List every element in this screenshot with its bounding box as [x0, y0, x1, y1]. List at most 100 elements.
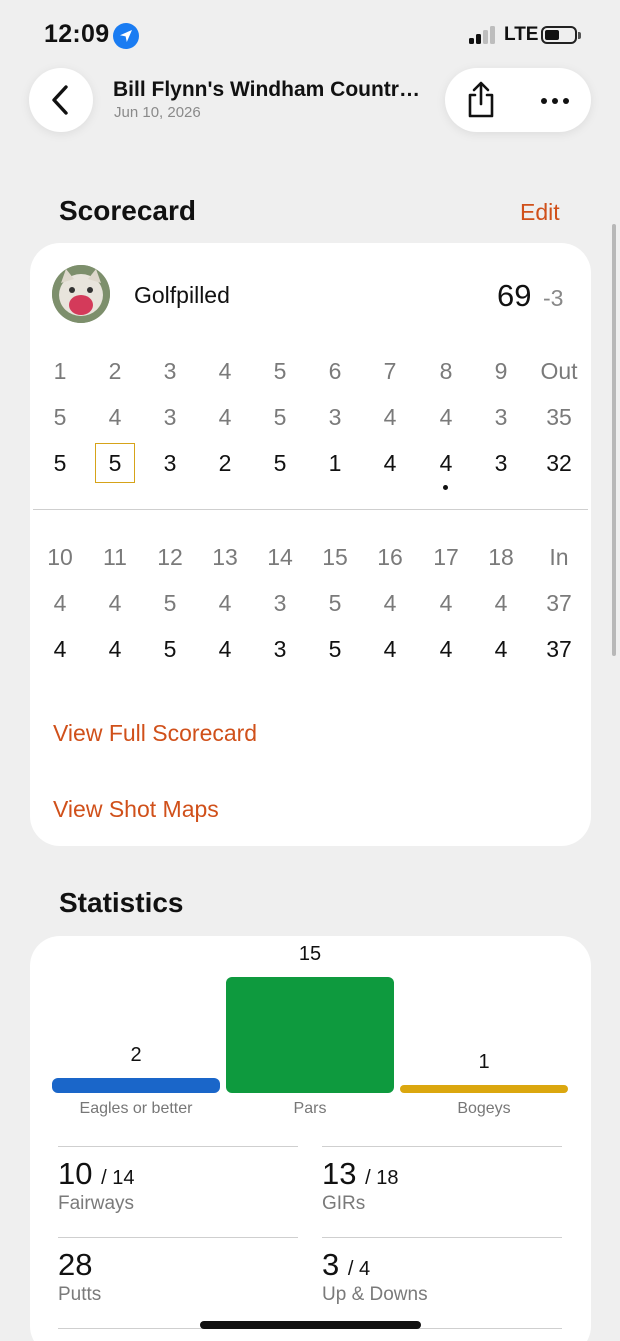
score-cell: 4 — [494, 636, 508, 662]
chevron-left-icon — [52, 85, 68, 115]
course-title: Bill Flynn's Windham Countr… — [113, 78, 420, 101]
score-marker-dot — [443, 485, 448, 490]
bar-bogeys — [400, 1085, 568, 1093]
score-cell: 3 — [494, 450, 508, 476]
score-cell: 5 — [273, 450, 287, 476]
score-cell: 5 — [163, 636, 177, 662]
score-cell: 3 — [163, 450, 177, 476]
par-cell: 5 — [328, 590, 342, 616]
score-cell: 4 — [383, 450, 397, 476]
hole-cell: 3 — [163, 358, 177, 384]
score-cell: 4 — [53, 636, 67, 662]
hole-cell: 9 — [494, 358, 508, 384]
bar-value-label: 2 — [130, 1044, 142, 1066]
bar-category-label: Eagles or better — [79, 1100, 193, 1117]
nine-divider — [33, 509, 588, 510]
status-time: 12:09 — [44, 20, 110, 48]
scroll-indicator[interactable] — [612, 224, 616, 656]
view-full-scorecard-link[interactable]: View Full Scorecard — [53, 720, 257, 747]
up-and-downs-label: Up & Downs — [322, 1284, 428, 1305]
bar-category-label: Pars — [293, 1100, 327, 1117]
bar-category-label: Bogeys — [457, 1100, 511, 1117]
bar-pars — [226, 977, 394, 1093]
hole-cell: 8 — [439, 358, 453, 384]
share-icon — [468, 81, 494, 118]
total-score: 69 — [497, 278, 532, 313]
network-type: LTE — [504, 24, 539, 45]
par-cell: 4 — [439, 590, 453, 616]
par-cell: 4 — [383, 404, 397, 430]
hole-cell: 6 — [328, 358, 342, 384]
score-cell: 5 — [328, 636, 342, 662]
battery-icon — [541, 26, 577, 44]
bar-value-label: 15 — [298, 943, 322, 965]
par-cell: 3 — [494, 404, 508, 430]
hole-cell: Out — [540, 358, 578, 384]
front-nine-holes: 1 2 3 4 5 6 7 8 9 Out — [30, 351, 591, 391]
score-cell: 4 — [383, 636, 397, 662]
score-cell: 1 — [328, 450, 342, 476]
round-date: Jun 10, 2026 — [114, 104, 201, 121]
nav-actions — [445, 68, 591, 132]
score-cell: 4 — [218, 636, 232, 662]
hole-cell: 16 — [377, 544, 403, 570]
par-cell: 35 — [546, 404, 572, 430]
par-cell: 4 — [439, 404, 453, 430]
putts-stat: 28 — [58, 1247, 93, 1282]
hole-cell: 18 — [488, 544, 514, 570]
player-avatar[interactable] — [52, 265, 110, 323]
par-cell: 4 — [108, 590, 122, 616]
player-name: Golfpilled — [134, 282, 230, 308]
back-nine-par: 4 4 5 4 3 5 4 4 4 37 — [30, 583, 591, 623]
hole-cell: 17 — [433, 544, 459, 570]
girs-label: GIRs — [322, 1193, 366, 1214]
par-cell: 4 — [108, 404, 122, 430]
scorecard-title: Scorecard — [59, 195, 196, 226]
par-cell: 37 — [546, 590, 572, 616]
score-cell: 5 — [87, 443, 143, 483]
par-cell: 4 — [218, 404, 232, 430]
score-cell: 4 — [439, 636, 453, 662]
hole-cell: 4 — [218, 358, 232, 384]
par-cell: 3 — [273, 590, 287, 616]
hole-cell: 11 — [103, 544, 127, 570]
girs-stat: 13 / 18 — [322, 1156, 399, 1191]
hole-cell: 13 — [212, 544, 238, 570]
share-button[interactable] — [459, 78, 503, 122]
score-to-par: -3 — [543, 285, 564, 311]
hole-cell: In — [549, 544, 569, 570]
view-shot-maps-link[interactable]: View Shot Maps — [53, 796, 219, 823]
score-cell: 32 — [546, 450, 572, 476]
score-cell: 5 — [53, 450, 67, 476]
back-nine-holes: 10 11 12 13 14 15 16 17 18 In — [30, 537, 591, 577]
par-cell: 4 — [494, 590, 508, 616]
par-cell: 3 — [328, 404, 342, 430]
par-cell: 5 — [53, 404, 67, 430]
bar-value-label: 1 — [478, 1051, 490, 1073]
putts-label: Putts — [58, 1284, 102, 1305]
more-button[interactable] — [533, 78, 577, 122]
hole-cell: 2 — [108, 358, 122, 384]
statistics-card: 2 Eagles or better 15 Pars 1 Bogeys 10 / 14 F… — [30, 936, 591, 1341]
par-cell: 4 — [218, 590, 232, 616]
home-indicator[interactable] — [200, 1321, 421, 1329]
scorecard-card: Golfpilled 69 -3 1 2 3 4 5 6 7 8 9 Out 5434534433… — [30, 243, 591, 846]
par-cell: 4 — [383, 590, 397, 616]
fairways-stat: 10 / 14 — [58, 1156, 135, 1191]
hole-cell: 12 — [157, 544, 183, 570]
hole-cell: 5 — [273, 358, 287, 384]
edit-button[interactable]: Edit — [520, 199, 560, 226]
cellular-signal-icon — [469, 26, 499, 44]
fairways-label: Fairways — [58, 1193, 135, 1214]
score-cell: 4 — [108, 636, 122, 662]
front-nine-scores: 5 5 3 2 5 1 4 4 3 32 — [30, 443, 591, 490]
front-nine-par: 5 4 3 4 5 3 4 4 3 35 — [30, 397, 591, 437]
back-button[interactable] — [29, 68, 93, 132]
bar-eagles-or-better — [52, 1078, 220, 1093]
back-nine-scores: 4 4 5 4 3 5 4 4 4 37 — [30, 629, 591, 669]
par-cell: 5 — [163, 590, 177, 616]
score-cell: 37 — [546, 636, 572, 662]
par-cell: 5 — [273, 404, 287, 430]
hole-cell: 15 — [322, 544, 348, 570]
score-cell: 3 — [273, 636, 287, 662]
